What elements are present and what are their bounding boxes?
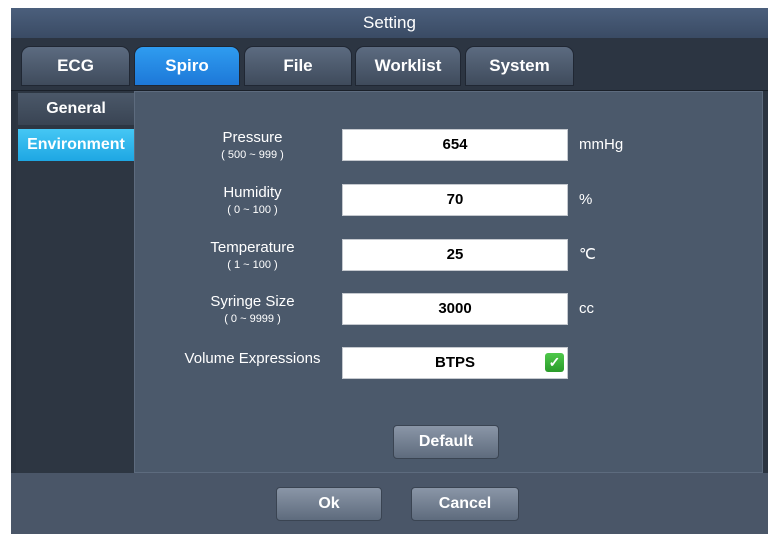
default-button[interactable]: Default xyxy=(393,425,499,459)
syringe-label: Syringe Size xyxy=(210,293,295,310)
volume-label-group: Volume Expressions xyxy=(145,350,360,368)
sidebar-item-environment[interactable]: Environment xyxy=(18,129,134,161)
tab-system[interactable]: System xyxy=(465,46,574,86)
syringe-field[interactable]: 3000 xyxy=(342,293,568,325)
humidity-label: Humidity xyxy=(223,184,282,201)
cancel-button[interactable]: Cancel xyxy=(411,487,519,521)
pressure-range: ( 500 ~ 999 ) xyxy=(221,149,284,161)
volume-select[interactable]: BTPS ✓ xyxy=(342,347,568,379)
humidity-range: ( 0 ~ 100 ) xyxy=(227,204,278,216)
syringe-unit: cc xyxy=(579,300,594,317)
temperature-unit: ℃ xyxy=(579,246,596,263)
sidebar: General Environment xyxy=(16,91,135,473)
temperature-range: ( 1 ~ 100 ) xyxy=(227,259,278,271)
tab-worklist[interactable]: Worklist xyxy=(355,46,461,86)
checkmark-icon[interactable]: ✓ xyxy=(545,353,564,372)
settings-panel: Pressure ( 500 ~ 999 ) 654 mmHg Humidity… xyxy=(134,91,763,473)
volume-row: Volume Expressions BTPS ✓ xyxy=(135,344,762,384)
pressure-field[interactable]: 654 xyxy=(342,129,568,161)
tab-bar: ECG Spiro File Worklist System xyxy=(11,38,768,91)
humidity-unit: % xyxy=(579,191,593,208)
humidity-row: Humidity ( 0 ~ 100 ) 70 % xyxy=(135,180,762,220)
dialog-footer: Ok Cancel xyxy=(11,473,768,534)
syringe-row: Syringe Size ( 0 ~ 9999 ) 3000 cc xyxy=(135,289,762,329)
volume-value: BTPS xyxy=(434,354,475,371)
humidity-field[interactable]: 70 xyxy=(342,184,568,216)
pressure-label-group: Pressure ( 500 ~ 999 ) xyxy=(145,129,360,163)
syringe-label-group: Syringe Size ( 0 ~ 9999 ) xyxy=(145,293,360,327)
humidity-label-group: Humidity ( 0 ~ 100 ) xyxy=(145,184,360,218)
setting-dialog: Setting ECG Spiro File Worklist System G… xyxy=(11,8,768,534)
sidebar-item-general[interactable]: General xyxy=(18,93,134,125)
pressure-unit: mmHg xyxy=(579,136,624,153)
ok-button[interactable]: Ok xyxy=(276,487,382,521)
pressure-row: Pressure ( 500 ~ 999 ) 654 mmHg xyxy=(135,125,762,165)
volume-label: Volume Expressions xyxy=(184,350,321,367)
tab-spiro[interactable]: Spiro xyxy=(134,46,240,86)
tab-file[interactable]: File xyxy=(244,46,352,86)
temperature-label: Temperature xyxy=(210,239,295,256)
temperature-field[interactable]: 25 xyxy=(342,239,568,271)
pressure-label: Pressure xyxy=(222,129,283,146)
temperature-label-group: Temperature ( 1 ~ 100 ) xyxy=(145,239,360,273)
dialog-title: Setting xyxy=(11,8,768,38)
tab-ecg[interactable]: ECG xyxy=(21,46,130,86)
temperature-row: Temperature ( 1 ~ 100 ) 25 ℃ xyxy=(135,235,762,275)
syringe-range: ( 0 ~ 9999 ) xyxy=(224,313,281,325)
